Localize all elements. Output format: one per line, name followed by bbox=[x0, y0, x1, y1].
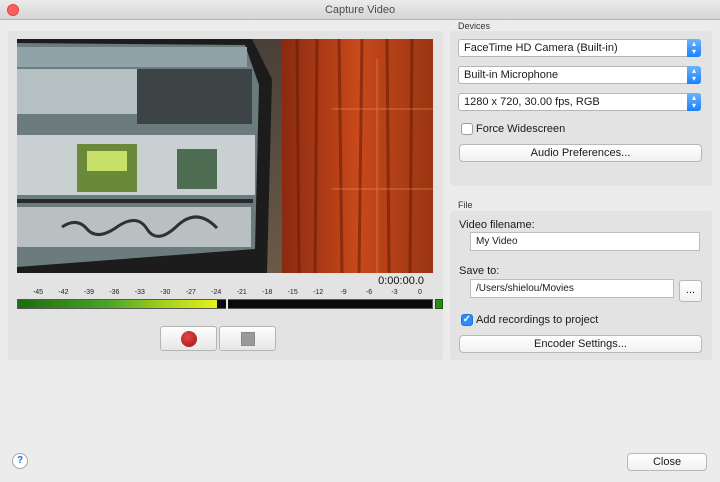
encoder-settings-button[interactable]: Encoder Settings... bbox=[459, 335, 702, 353]
meter-tick-label: -21 bbox=[236, 289, 247, 296]
audio-preferences-button[interactable]: Audio Preferences... bbox=[459, 144, 702, 162]
close-window-icon[interactable] bbox=[7, 4, 19, 16]
meter-tick-label: -42 bbox=[58, 289, 69, 296]
stop-button[interactable] bbox=[219, 326, 276, 351]
camera-preview bbox=[17, 39, 433, 273]
meter-tick-label: -18 bbox=[262, 289, 273, 296]
force-widescreen-label: Force Widescreen bbox=[476, 123, 566, 135]
video-filename-field[interactable]: My Video bbox=[470, 232, 700, 251]
add-to-project-checkbox[interactable]: ✓ bbox=[461, 314, 473, 326]
devices-section-label: Devices bbox=[458, 21, 491, 31]
camera-select[interactable]: FaceTime HD Camera (Built-in) ▴ ▾ bbox=[458, 39, 701, 57]
audio-peak-marker bbox=[225, 299, 228, 309]
meter-tick-label: -12 bbox=[313, 289, 324, 296]
save-to-field[interactable]: /Users/shielou/Movies bbox=[470, 279, 674, 298]
title-bar: Capture Video bbox=[0, 0, 720, 20]
microphone-select-value: Built-in Microphone bbox=[464, 69, 559, 81]
record-button[interactable] bbox=[160, 326, 217, 351]
audio-clip-indicator bbox=[435, 299, 443, 309]
audio-meter-scale: -45 -42 -39 -36 -33 -30 -27 -24 -21 -18 -15 -12 -9 -6… bbox=[17, 289, 433, 299]
meter-tick-label: 0 bbox=[418, 289, 422, 296]
video-filename-label: Video filename: bbox=[459, 219, 535, 231]
meter-tick-label: -45 bbox=[32, 289, 44, 296]
meter-tick-label: -24 bbox=[211, 289, 222, 296]
meter-tick-label: -30 bbox=[160, 289, 171, 296]
close-button[interactable]: Close bbox=[627, 453, 707, 471]
meter-tick-label: -3 bbox=[391, 289, 398, 296]
format-select-value: 1280 x 720, 30.00 fps, RGB bbox=[464, 96, 600, 108]
help-button[interactable]: ? bbox=[12, 453, 28, 469]
chevron-updown-icon: ▴ ▾ bbox=[687, 39, 701, 57]
chevron-updown-icon: ▴ ▾ bbox=[687, 66, 701, 84]
camera-select-value: FaceTime HD Camera (Built-in) bbox=[464, 42, 618, 54]
force-widescreen-checkbox[interactable] bbox=[461, 123, 473, 135]
meter-tick-label: -6 bbox=[365, 289, 373, 296]
meter-tick-label: -9 bbox=[340, 289, 347, 296]
record-icon bbox=[180, 330, 197, 347]
file-section-label: File bbox=[458, 200, 473, 210]
camera-preview-image bbox=[17, 39, 433, 273]
chevron-updown-icon: ▴ ▾ bbox=[687, 93, 701, 111]
save-to-label: Save to: bbox=[459, 265, 500, 277]
window-title: Capture Video bbox=[324, 4, 396, 16]
capture-panel: 0:00:00.0 -45 -42 -39 -36 -33 -30 -27 -24 -21 -18… bbox=[8, 31, 443, 360]
format-select[interactable]: 1280 x 720, 30.00 fps, RGB ▴ ▾ bbox=[458, 93, 701, 111]
meter-tick-label: -39 bbox=[83, 289, 94, 296]
audio-level-fill bbox=[18, 300, 218, 308]
meter-tick-label: -36 bbox=[109, 289, 120, 296]
timecode-readout: 0:00:00.0 bbox=[378, 275, 424, 287]
audio-level-meter bbox=[17, 299, 433, 309]
meter-tick-label: -33 bbox=[134, 289, 145, 296]
browse-folder-button[interactable]: ... bbox=[679, 280, 702, 302]
meter-tick-label: -27 bbox=[185, 289, 196, 296]
microphone-select[interactable]: Built-in Microphone ▴ ▾ bbox=[458, 66, 701, 84]
stop-icon bbox=[240, 331, 255, 346]
add-to-project-label: Add recordings to project bbox=[476, 314, 599, 326]
meter-tick-label: -15 bbox=[287, 289, 298, 296]
